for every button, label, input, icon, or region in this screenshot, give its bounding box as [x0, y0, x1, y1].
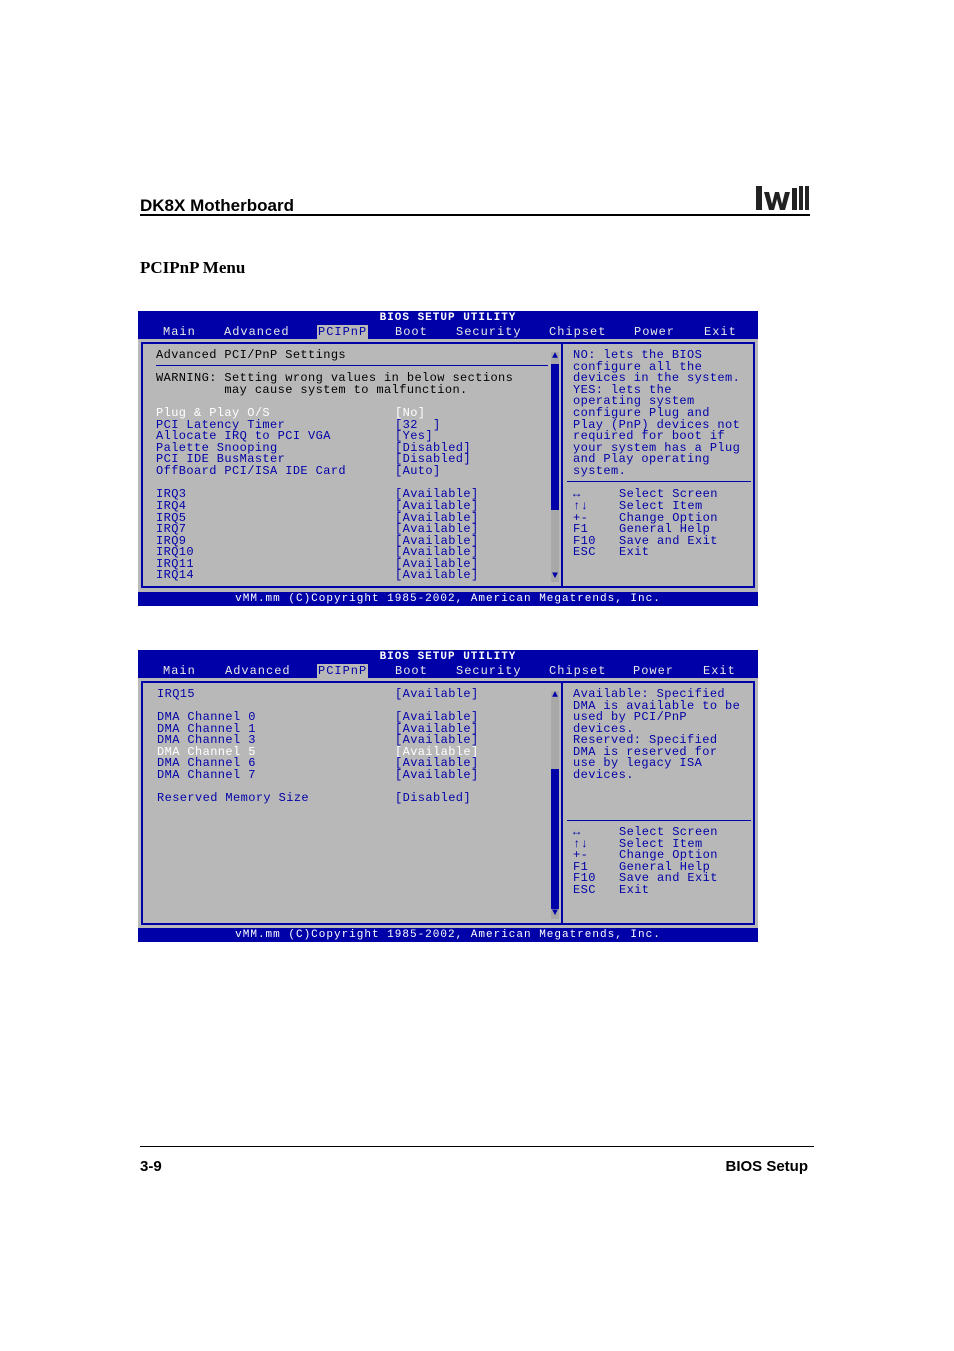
irq-label[interactable]: IRQ15: [157, 688, 195, 701]
menu-boot[interactable]: Boot: [395, 325, 428, 339]
key-description: Exit: [619, 883, 650, 897]
scroll-thumb[interactable]: [551, 769, 559, 909]
menu-exit[interactable]: Exit: [704, 325, 737, 339]
menu-chipset[interactable]: Chipset: [549, 325, 606, 339]
menu-security[interactable]: Security: [456, 325, 522, 339]
scroll-up-arrow-icon[interactable]: ▲: [551, 691, 559, 701]
copyright-footer: vMM.mm (C)Copyright 1985-2002, American …: [138, 928, 758, 942]
help-separator: [567, 820, 751, 821]
footer-rule: [140, 1146, 814, 1147]
settings-heading: Advanced PCI/PnP Settings: [156, 348, 347, 362]
scroll-down-arrow-icon[interactable]: ▼: [551, 572, 559, 582]
setting-value[interactable]: [Auto]: [395, 465, 441, 478]
help-text: system.: [573, 464, 627, 478]
key-description: Exit: [619, 545, 650, 559]
utility-title: BIOS SETUP UTILITY: [379, 312, 517, 324]
page-number: 3-9: [140, 1158, 162, 1175]
header-rule: [140, 214, 810, 216]
menu-boot[interactable]: Boot: [395, 664, 428, 678]
pane-divider: [561, 683, 563, 923]
pane-divider: [561, 344, 563, 586]
menu-pcipnp[interactable]: PCIPnP: [317, 664, 369, 678]
help-text: devices.: [573, 768, 634, 782]
document-title: DK8X Motherboard: [140, 196, 294, 215]
bios-frame: ▲ ▼ Advanced PCI/PnP Settings WARNING: S…: [141, 342, 755, 588]
menu-exit[interactable]: Exit: [703, 664, 736, 678]
bios-menu-bar: BIOS SETUP UTILITY Main Advanced PCIPnP …: [138, 311, 758, 339]
menu-power[interactable]: Power: [633, 664, 674, 678]
menu-power[interactable]: Power: [634, 325, 675, 339]
scroll-down-arrow-icon[interactable]: ▼: [551, 909, 559, 919]
scroll-thumb[interactable]: [551, 364, 559, 510]
setting-label[interactable]: OffBoard PCI/ISA IDE Card: [156, 465, 346, 478]
heading-separator: [156, 365, 548, 366]
menu-advanced[interactable]: Advanced: [224, 325, 290, 339]
help-separator: [567, 481, 751, 482]
iwill-logo: [752, 182, 810, 214]
warning-line-2: may cause system to malfunction.: [156, 383, 468, 397]
dma-value[interactable]: [Available]: [395, 769, 479, 782]
bios-frame: ▲ ▼ IRQ15 [Available] DMA Channel 0 [Ava…: [141, 681, 755, 925]
scroll-up-arrow-icon[interactable]: ▲: [551, 352, 559, 362]
scrollbar[interactable]: ▲ ▼: [551, 691, 559, 919]
menu-main[interactable]: Main: [163, 664, 196, 678]
copyright-footer: vMM.mm (C)Copyright 1985-2002, American …: [138, 592, 758, 606]
dma-label[interactable]: DMA Channel 7: [157, 769, 256, 782]
menu-main[interactable]: Main: [163, 325, 196, 339]
scrollbar[interactable]: ▲ ▼: [551, 352, 559, 582]
irq-label[interactable]: IRQ14: [156, 569, 194, 582]
utility-title: BIOS SETUP UTILITY: [379, 651, 517, 663]
section-title: PCIPnP Menu: [140, 258, 246, 277]
exit-key: ESC: [573, 545, 596, 559]
menu-chipset[interactable]: Chipset: [549, 664, 606, 678]
bios-screen-1: BIOS SETUP UTILITY Main Advanced PCIPnP …: [138, 311, 758, 606]
irq-value[interactable]: [Available]: [395, 569, 479, 582]
memory-value[interactable]: [Disabled]: [395, 792, 471, 805]
menu-advanced[interactable]: Advanced: [225, 664, 291, 678]
bios-menu-bar: BIOS SETUP UTILITY Main Advanced PCIPnP …: [138, 650, 758, 678]
footer-section-title: BIOS Setup: [725, 1158, 808, 1175]
menu-pcipnp[interactable]: PCIPnP: [317, 325, 369, 339]
menu-security[interactable]: Security: [456, 664, 522, 678]
exit-key: ESC: [573, 883, 596, 897]
bios-screen-2: BIOS SETUP UTILITY Main Advanced PCIPnP …: [138, 650, 758, 942]
memory-label[interactable]: Reserved Memory Size: [157, 792, 309, 805]
irq-value[interactable]: [Available]: [395, 688, 479, 701]
